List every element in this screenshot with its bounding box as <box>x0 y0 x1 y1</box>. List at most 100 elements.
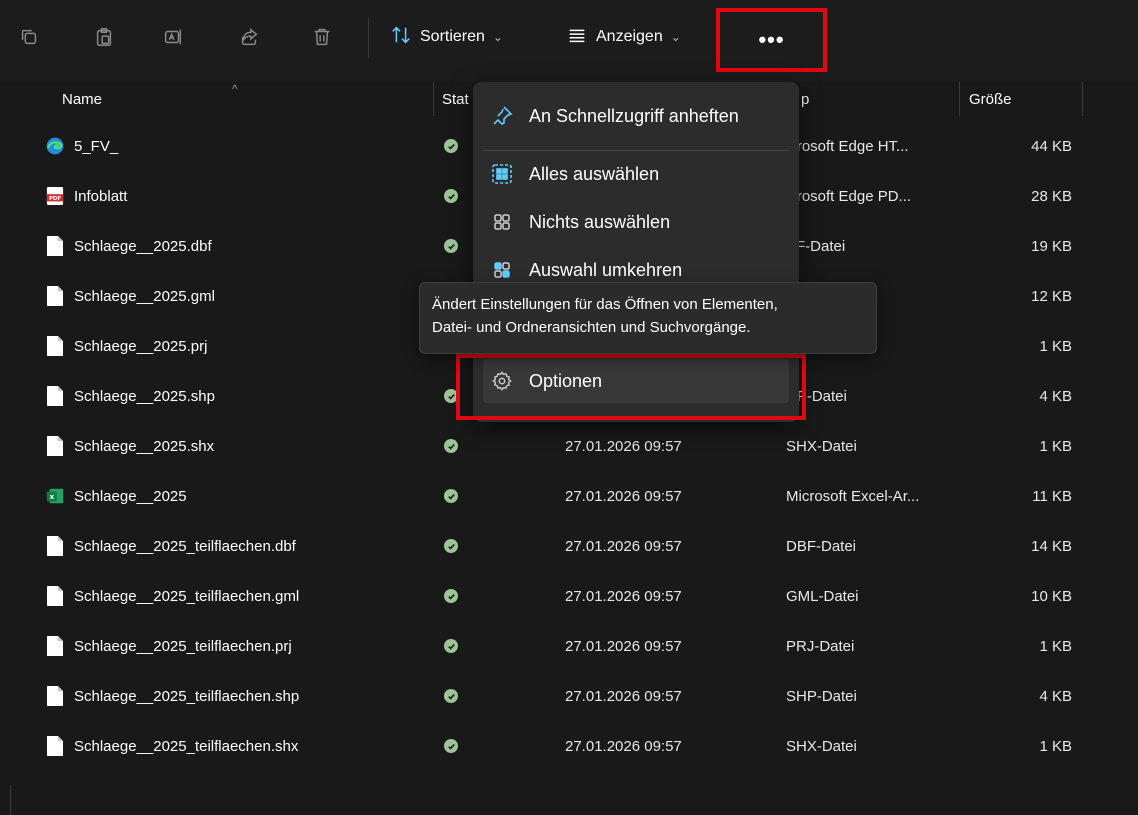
file-type: PRJ-Datei <box>786 637 855 655</box>
file-size: 1 KB <box>1039 337 1072 355</box>
file-name: Schlaege__2025_teilflaechen.dbf <box>74 537 296 555</box>
file-type: SHX-Datei <box>786 437 857 455</box>
file-icon <box>44 671 66 721</box>
file-name: Infoblatt <box>74 187 128 205</box>
file-size: 1 KB <box>1039 637 1072 655</box>
file-size: 11 KB <box>1032 487 1072 505</box>
sync-status-icon <box>443 671 459 721</box>
rename-icon[interactable] <box>158 22 188 52</box>
file-name: Schlaege__2025.prj <box>74 337 208 355</box>
file-type: icrosoft Edge HT... <box>786 137 909 155</box>
sort-button[interactable]: Sortieren ⌄ <box>390 22 503 52</box>
more-options-button[interactable]: ••• <box>716 8 827 72</box>
file-row[interactable]: Schlaege__2025_teilflaechen.dbf 27.01.202… <box>0 521 1138 571</box>
file-size: 19 KB <box>1031 237 1072 255</box>
chevron-down-icon: ⌄ <box>670 30 681 44</box>
sync-status-icon <box>443 521 459 571</box>
file-type: Microsoft Excel-Ar... <box>786 487 920 505</box>
sync-status-icon <box>443 171 459 221</box>
toolbar-separator <box>368 18 369 58</box>
svg-text:x: x <box>49 492 54 501</box>
file-name: Schlaege__2025_teilflaechen.shx <box>74 737 299 755</box>
file-size: 12 KB <box>1031 287 1072 305</box>
options-highlight-box <box>456 354 806 420</box>
file-type: icrosoft Edge PD... <box>786 187 912 205</box>
column-name[interactable]: Name <box>62 82 102 116</box>
sync-status-icon <box>443 621 459 671</box>
delete-icon[interactable] <box>307 22 337 52</box>
file-name: Schlaege__2025 <box>74 487 187 505</box>
select-all-icon <box>489 161 515 187</box>
column-size[interactable]: Größe <box>969 82 1012 116</box>
menu-item-select-all[interactable]: Alles auswählen <box>483 152 789 196</box>
sync-status-icon <box>443 221 459 271</box>
file-icon <box>44 721 66 771</box>
file-name: Schlaege__2025_teilflaechen.gml <box>74 587 300 605</box>
file-row[interactable]: Schlaege__2025_teilflaechen.prj 27.01.202… <box>0 621 1138 671</box>
file-date: 27.01.2026 09:57 <box>565 587 682 605</box>
sort-icon <box>390 24 412 51</box>
view-button[interactable]: Anzeigen ⌄ <box>566 22 681 52</box>
tooltip-line: Ändert Einstellungen für das Öffnen von … <box>432 296 778 313</box>
file-icon <box>44 621 66 671</box>
menu-item-label: Nichts auswählen <box>529 211 671 232</box>
file-size: 44 KB <box>1031 137 1072 155</box>
file-size: 1 KB <box>1039 437 1072 455</box>
chevron-down-icon: ⌄ <box>492 30 503 44</box>
file-date: 27.01.2026 09:57 <box>565 637 682 655</box>
tooltip-line: Datei- und Ordneransichten und Suchvorgä… <box>432 319 751 336</box>
file-row[interactable]: Schlaege__2025_teilflaechen.gml 27.01.202… <box>0 571 1138 621</box>
excel-icon: x <box>44 471 66 521</box>
edge-icon <box>44 121 66 171</box>
column-divider[interactable] <box>959 82 960 116</box>
menu-item-select-none[interactable]: Nichts auswählen <box>483 200 789 244</box>
menu-item-label: An Schnellzugriff anheften <box>529 105 739 126</box>
file-type: SHX-Datei <box>786 737 857 755</box>
file-size: 1 KB <box>1039 737 1072 755</box>
file-size: 14 KB <box>1031 537 1072 555</box>
options-tooltip: Ändert Einstellungen für das Öffnen von … <box>419 282 877 354</box>
file-name: Schlaege__2025.shx <box>74 437 215 455</box>
menu-item-pin-quick-access[interactable]: An Schnellzugriff anheften <box>483 94 789 138</box>
file-size: 4 KB <box>1039 687 1072 705</box>
sort-ascending-icon: ^ <box>232 82 238 96</box>
file-size: 4 KB <box>1039 387 1072 405</box>
invert-selection-icon <box>489 257 515 283</box>
menu-item-label: Auswahl umkehren <box>529 259 683 280</box>
file-row[interactable]: Schlaege__2025_teilflaechen.shx 27.01.202… <box>0 721 1138 771</box>
file-row[interactable]: x Schlaege__2025 27.01.2026 09:57 Microsoft… <box>0 471 1138 521</box>
pin-icon <box>489 103 515 129</box>
file-icon <box>44 521 66 571</box>
file-icon <box>44 321 66 371</box>
file-name: Schlaege__2025.shp <box>74 387 215 405</box>
menu-item-label: Alles auswählen <box>529 163 660 184</box>
file-date: 27.01.2026 09:57 <box>565 737 682 755</box>
file-name: Schlaege__2025.gml <box>74 287 215 305</box>
paste-icon[interactable] <box>89 22 119 52</box>
sync-status-icon <box>443 571 459 621</box>
file-name: Schlaege__2025_teilflaechen.shp <box>74 687 300 705</box>
menu-separator <box>483 150 789 151</box>
file-type: DBF-Datei <box>786 537 857 555</box>
sync-status-icon <box>443 421 459 471</box>
file-name: Schlaege__2025_teilflaechen.prj <box>74 637 292 655</box>
sync-status-icon <box>443 721 459 771</box>
file-row[interactable]: Schlaege__2025_teilflaechen.shp 27.01.202… <box>0 671 1138 721</box>
copy-icon[interactable] <box>14 22 44 52</box>
file-date: 27.01.2026 09:57 <box>565 437 682 455</box>
pane-divider <box>10 785 11 815</box>
column-status[interactable]: Stat <box>442 82 469 116</box>
sync-status-icon <box>443 121 459 171</box>
file-icon <box>44 271 66 321</box>
file-row[interactable]: Schlaege__2025.shx 27.01.2026 09:57 SHX-Da… <box>0 421 1138 471</box>
column-divider[interactable] <box>433 82 434 116</box>
column-divider[interactable] <box>1082 82 1083 116</box>
file-date: 27.01.2026 09:57 <box>565 687 682 705</box>
sort-label: Sortieren <box>420 28 485 45</box>
column-type[interactable]: p <box>801 82 809 116</box>
share-icon[interactable] <box>234 22 264 52</box>
file-size: 10 KB <box>1031 587 1072 605</box>
more-icon: ••• <box>758 27 785 52</box>
file-icon <box>44 421 66 471</box>
file-name: 5_FV_ <box>74 137 119 155</box>
